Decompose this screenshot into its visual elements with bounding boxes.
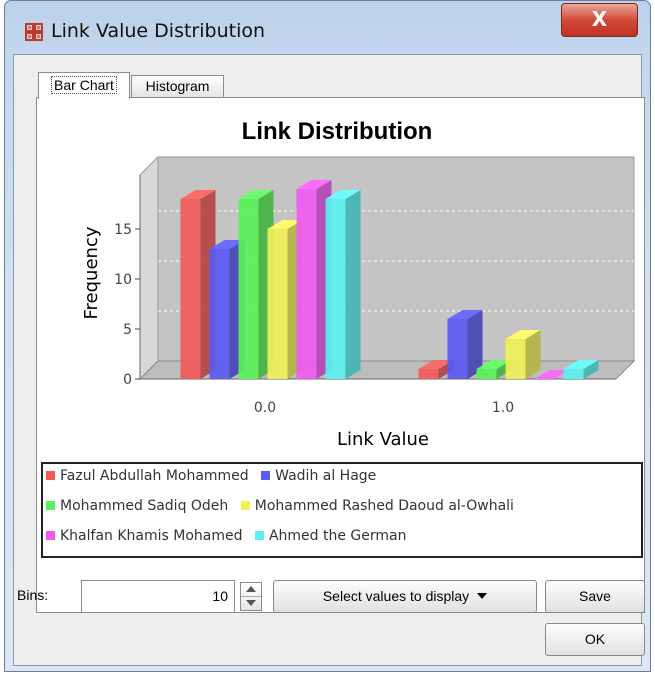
ok-button-label: OK (584, 631, 606, 647)
y-tick-label: 15 (114, 222, 132, 238)
dialog-window: Link Value Distribution X Bar Chart Hist… (4, 0, 651, 672)
legend-label: Ahmed the German (268, 528, 407, 544)
bar (296, 189, 317, 379)
x-tick-label: 1.0 (492, 400, 514, 416)
bar (180, 199, 201, 379)
legend-swatch (261, 471, 271, 480)
legend-swatch (46, 531, 55, 540)
chevron-down-icon (477, 593, 488, 599)
legend-row: Khalfan Khamis Mohamed Ahmed the German (46, 528, 414, 550)
spinner-down-icon[interactable] (241, 597, 261, 610)
y-tick-label: 10 (114, 272, 132, 288)
y-tick-label: 5 (123, 322, 132, 338)
ok-button[interactable]: OK (545, 623, 645, 656)
x-tick-label: 0.0 (254, 400, 276, 416)
legend-label: Khalfan Khamis Mohamed (60, 528, 243, 544)
bar (447, 319, 468, 379)
chart-title: Link Distribution (242, 118, 433, 145)
legend-item: Mohammed Sadiq Odeh (46, 498, 228, 514)
bar (418, 369, 439, 379)
legend-label: Fazul Abdullah Mohammed (60, 468, 249, 484)
bar-side (345, 190, 361, 379)
legend-item: Khalfan Khamis Mohamed (46, 528, 243, 544)
select-values-button[interactable]: Select values to display (273, 580, 537, 613)
legend-item: Fazul Abdullah Mohammed (46, 468, 249, 484)
bar-chart: 0 5 10 15 0.0 1.0 Link Distribution Link Value F… (81, 118, 636, 450)
legend-swatch (240, 501, 250, 510)
legend-item: Mohammed Rashed Daoud al-Owhali (240, 498, 514, 514)
tab-bar-chart[interactable]: Bar Chart (38, 72, 130, 99)
bar (505, 339, 526, 379)
spinner-up-icon[interactable] (241, 583, 261, 597)
legend-item: Wadih al Hage (261, 468, 376, 484)
bar (267, 229, 288, 379)
legend-swatch (254, 531, 264, 540)
bins-spinner (240, 582, 262, 611)
x-axis-label: Link Value (337, 429, 429, 450)
bar (563, 369, 584, 379)
bar (238, 199, 259, 379)
bar (476, 369, 497, 379)
bins-input[interactable]: 10 (81, 580, 235, 613)
legend-swatch (46, 501, 55, 510)
chart-legend: Fazul Abdullah Mohammed Wadih al Hage Mo… (41, 462, 643, 558)
save-button-label: Save (579, 588, 611, 604)
legend-swatch (46, 471, 55, 480)
bar (325, 199, 346, 379)
select-values-label: Select values to display (322, 588, 470, 604)
y-tick-label: 0 (123, 372, 132, 388)
bins-label: Bins: (17, 587, 49, 603)
save-button[interactable]: Save (545, 580, 645, 613)
legend-item: Ahmed the German (254, 528, 407, 544)
legend-label: Mohammed Sadiq Odeh (60, 498, 229, 514)
legend-row: Fazul Abdullah Mohammed Wadih al Hage (46, 468, 384, 490)
legend-row: Mohammed Sadiq Odeh Mohammed Rashed Daou… (46, 498, 522, 520)
tab-bar-chart-label: Bar Chart (51, 76, 117, 94)
legend-label: Wadih al Hage (275, 468, 377, 484)
y-axis-label: Frequency (81, 226, 102, 319)
plot-left-wall (139, 155, 159, 381)
bar (209, 249, 230, 379)
legend-label: Mohammed Rashed Daoud al-Owhali (254, 498, 514, 514)
